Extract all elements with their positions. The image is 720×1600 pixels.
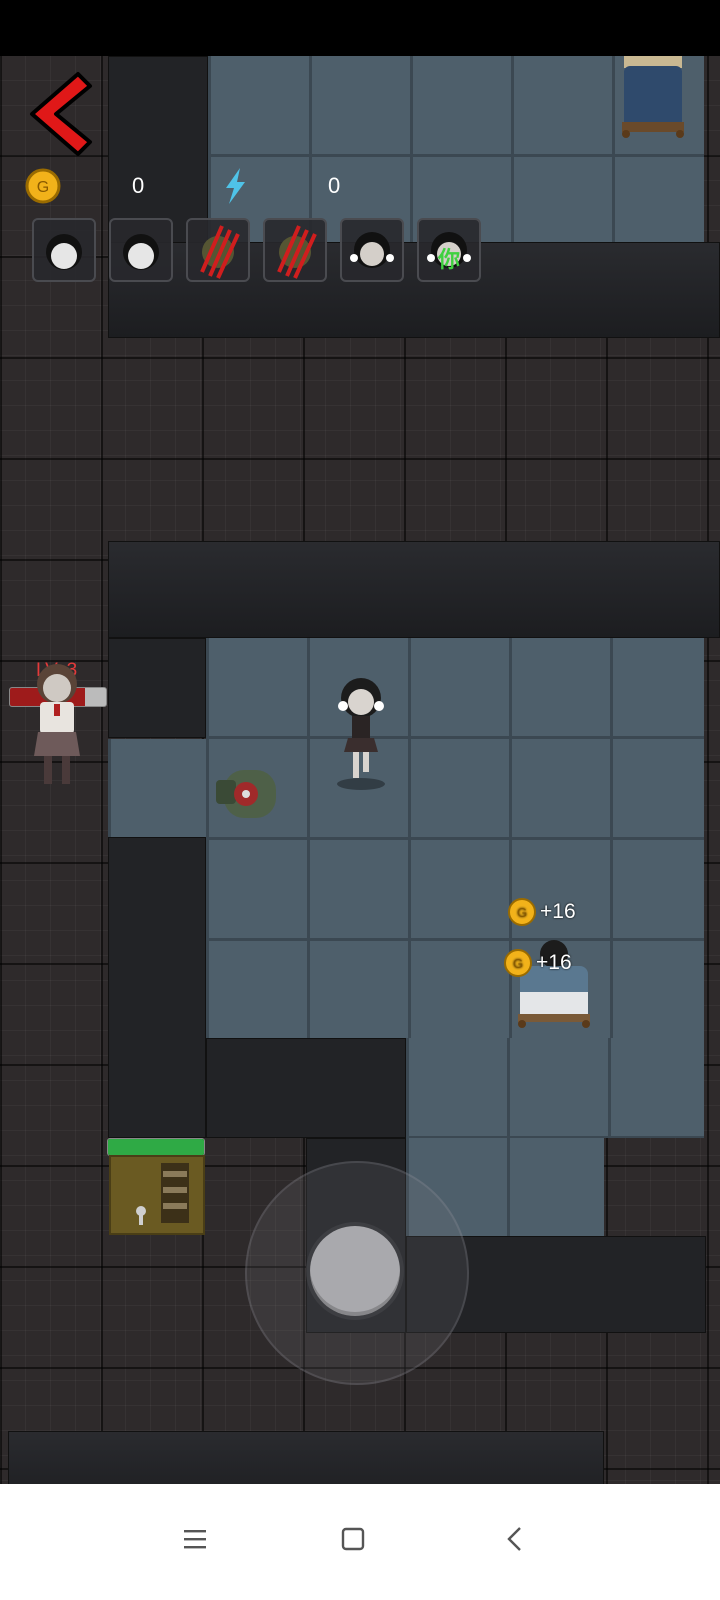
item-slot[interactable] [109, 218, 173, 282]
svg-text:G: G [37, 179, 49, 196]
slot-label: 你 [437, 248, 460, 273]
energy-count: 0 [328, 173, 341, 198]
reward-amount: +16 [540, 900, 576, 923]
item-slot[interactable]: 你 [417, 218, 481, 282]
wall [108, 541, 720, 638]
home-icon [341, 1527, 365, 1551]
lightning-icon [226, 168, 245, 204]
back-icon [507, 1527, 521, 1551]
coin-icon: G [504, 949, 532, 977]
coin-icon: G [508, 898, 536, 926]
coin-icon: G [25, 168, 61, 204]
claw-scratch-icon [200, 225, 240, 279]
home-button[interactable] [328, 1514, 378, 1564]
wall [206, 1038, 406, 1138]
navigation-bar [0, 1484, 720, 1600]
reward-amount: +16 [536, 951, 572, 974]
floor-room-lower [406, 1038, 704, 1138]
menu-icon [184, 1530, 206, 1549]
item-slot[interactable] [263, 218, 327, 282]
coin-reward: G +16 [508, 898, 576, 926]
enemy-ghost-girl [34, 664, 80, 784]
back-arrow-icon[interactable] [26, 70, 96, 156]
door-hp-fill [108, 1139, 204, 1155]
ghost-face-icon [123, 234, 159, 270]
joystick[interactable] [245, 1161, 469, 1385]
trap-device-icon [216, 770, 276, 818]
svg-text:G: G [513, 956, 523, 971]
item-slot[interactable] [186, 218, 250, 282]
ghost-face-icon [46, 234, 82, 270]
floor-doorway [108, 739, 206, 837]
menu-button[interactable] [170, 1514, 220, 1564]
player-character [337, 678, 385, 790]
door-hp-bar [107, 1138, 205, 1156]
svg-text:G: G [517, 905, 527, 920]
girl-face-icon [350, 232, 394, 268]
claw-scratch-icon [277, 225, 317, 279]
door-lock-icon [136, 1163, 189, 1225]
wall [108, 638, 206, 738]
floor-room-main [206, 638, 704, 1038]
bed-icon [622, 56, 684, 138]
status-bar [0, 0, 720, 56]
wall [108, 837, 206, 1138]
coin-count: 0 [132, 173, 145, 198]
joystick-knob[interactable] [310, 1226, 400, 1316]
coin-reward: G +16 [504, 949, 572, 977]
back-nav-button[interactable] [490, 1514, 540, 1564]
door[interactable] [109, 1155, 205, 1235]
item-slot[interactable] [32, 218, 96, 282]
item-slot[interactable] [340, 218, 404, 282]
